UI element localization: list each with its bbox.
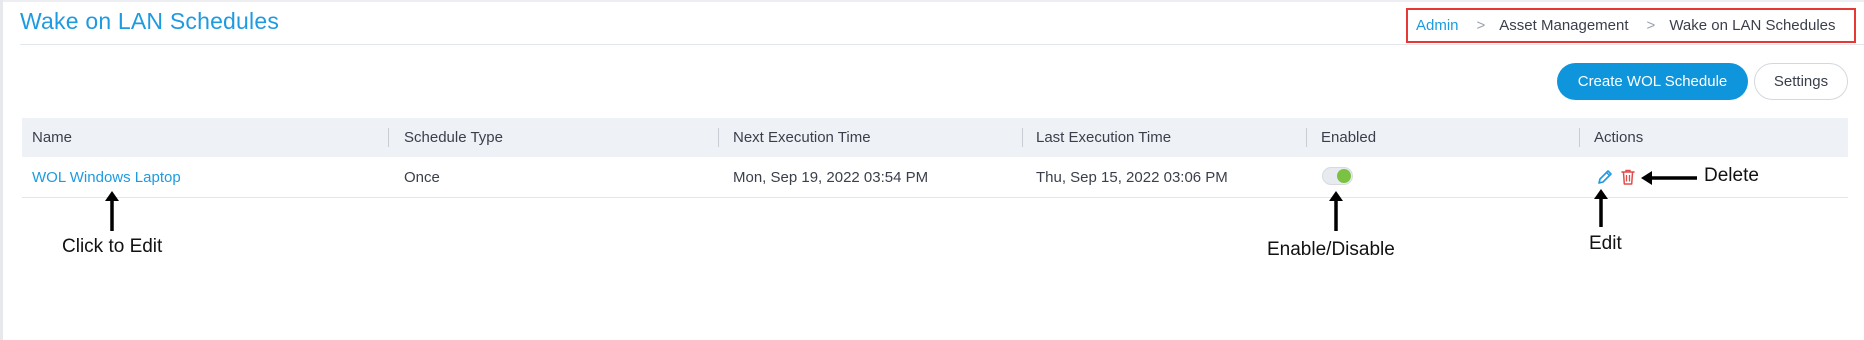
column-header-actions: Actions [1594, 129, 1644, 146]
trash-icon[interactable] [1620, 168, 1636, 186]
column-header-enabled[interactable]: Enabled [1321, 118, 1376, 157]
column-separator [718, 128, 719, 147]
table-row: WOL Windows Laptop Once Mon, Sep 19, 202… [22, 157, 1848, 198]
arrow-up-icon [105, 191, 119, 231]
column-separator [388, 128, 389, 147]
annotation-enable-disable: Enable/Disable [1267, 239, 1395, 260]
next-execution-time-cell: Mon, Sep 19, 2022 03:54 PM [733, 169, 929, 186]
chevron-right-icon: > [1476, 17, 1486, 34]
column-separator [1022, 128, 1023, 147]
toggle-knob [1337, 169, 1351, 183]
column-separator [1579, 128, 1580, 147]
pencil-icon[interactable] [1596, 168, 1614, 186]
column-separator [1306, 128, 1307, 147]
arrow-up-icon [1329, 191, 1343, 231]
settings-button[interactable]: Settings [1754, 63, 1848, 100]
column-header-schedule-type[interactable]: Schedule Type [404, 118, 503, 157]
breadcrumb: Admin > Asset Management > Wake on LAN S… [1406, 8, 1856, 43]
enabled-toggle[interactable] [1322, 167, 1353, 185]
last-execution-time-cell: Thu, Sep 15, 2022 03:06 PM [1036, 169, 1228, 186]
window-left-border [0, 0, 3, 340]
annotation-click-to-edit: Click to Edit [62, 236, 163, 257]
create-wol-schedule-button[interactable]: Create WOL Schedule [1557, 63, 1748, 100]
page-title: Wake on LAN Schedules [20, 8, 280, 34]
window-top-border [0, 0, 1864, 2]
annotation-delete: Delete [1704, 165, 1759, 186]
column-header-next-execution-time[interactable]: Next Execution Time [733, 118, 871, 157]
table-header: Name Schedule Type Next Execution Time L… [22, 118, 1848, 157]
column-header-name[interactable]: Name [32, 118, 72, 157]
header-divider [20, 44, 1864, 45]
wol-schedules-table: Name Schedule Type Next Execution Time L… [22, 118, 1848, 198]
annotation-edit: Edit [1589, 233, 1622, 254]
schedule-type-cell: Once [404, 169, 440, 186]
column-header-last-execution-time[interactable]: Last Execution Time [1036, 118, 1171, 157]
chevron-right-icon: > [1646, 17, 1656, 34]
arrow-left-icon [1641, 171, 1697, 185]
breadcrumb-asset-management[interactable]: Asset Management [1499, 17, 1628, 34]
breadcrumb-wake-on-lan-schedules: Wake on LAN Schedules [1669, 17, 1836, 34]
breadcrumb-admin[interactable]: Admin [1416, 17, 1459, 34]
arrow-up-icon [1594, 189, 1608, 227]
